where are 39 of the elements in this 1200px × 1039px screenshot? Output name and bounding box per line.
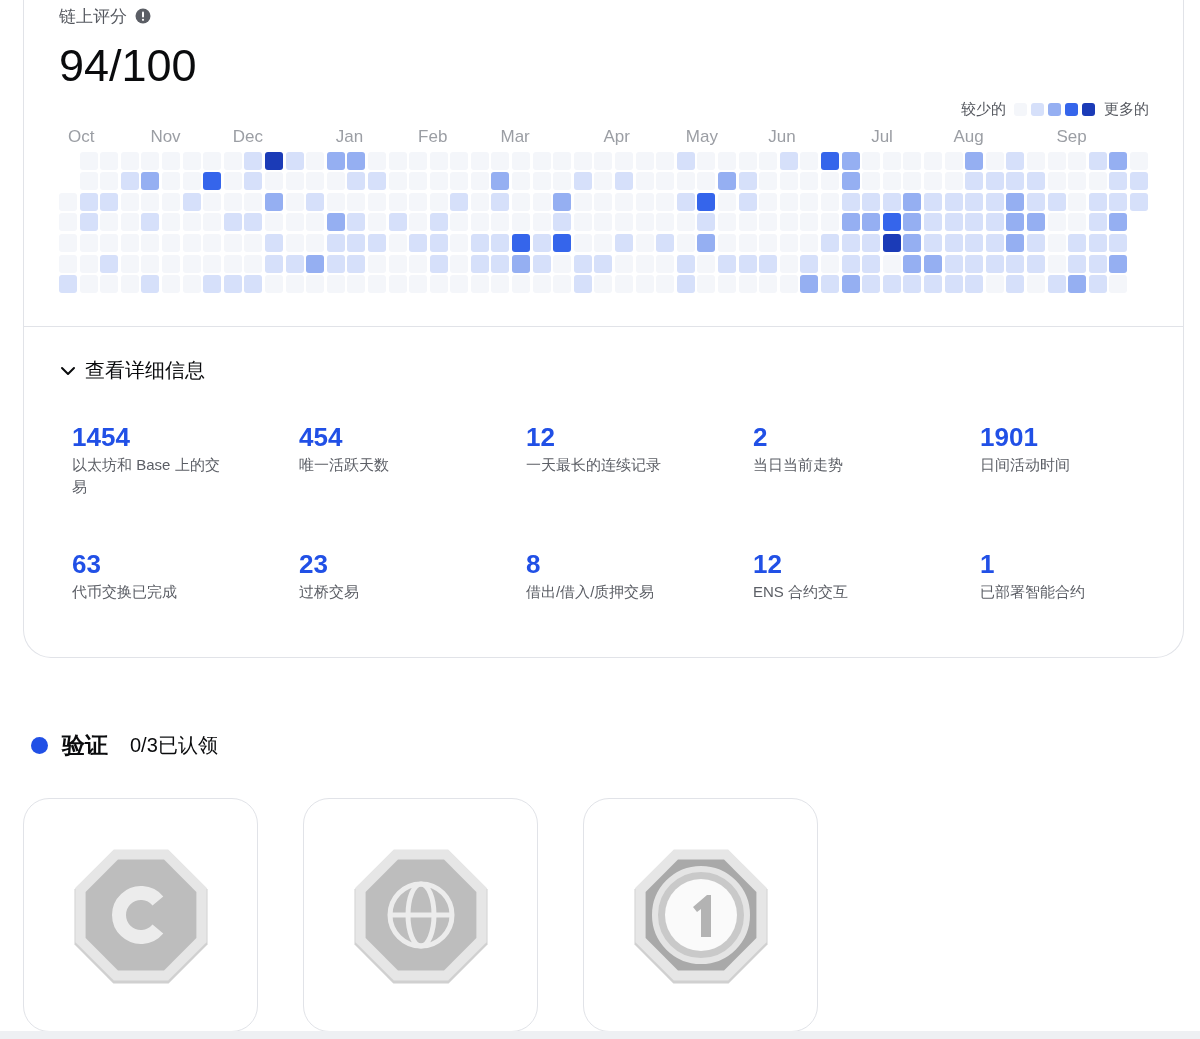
stat-value: 2: [753, 422, 768, 453]
stat-value: 23: [299, 549, 328, 580]
month-label: Aug: [953, 127, 984, 147]
stat-label: ENS 合约交互: [753, 582, 849, 603]
stat-value: 1: [980, 549, 995, 580]
month-label: Oct: [68, 127, 95, 147]
month-label: Jun: [768, 127, 796, 147]
month-label: Dec: [232, 127, 263, 147]
stat-value: 63: [72, 549, 101, 580]
legend-label: 较少的: [961, 100, 1006, 119]
stat-value: 12: [753, 549, 782, 580]
month-label: Apr: [603, 127, 630, 147]
month-label: Jan: [335, 127, 364, 147]
legend-label: 更多的: [1104, 100, 1149, 119]
month-label: Nov: [150, 127, 181, 147]
stat-label: 一天最长的连续记录: [526, 455, 662, 476]
stat-label: 代币交换已完成: [72, 582, 178, 603]
month-label: Mar: [500, 127, 530, 147]
stat-label: 过桥交易: [299, 582, 360, 603]
claimed-count: 0/3已认领: [130, 732, 218, 758]
stat-label: 以太坊和 Base 上的交易: [72, 455, 221, 498]
stat-value: 1901: [980, 422, 1038, 453]
month-label: May: [685, 127, 718, 147]
month-label: Feb: [418, 127, 448, 147]
stat-label: 借出/借入/质押交易: [526, 582, 656, 603]
month-label: Sep: [1056, 127, 1087, 147]
month-label: Jul: [871, 127, 893, 147]
stat-value: 12: [526, 422, 555, 453]
stat-label: 已部署智能合约: [980, 582, 1086, 603]
details-toggle[interactable]: 查看详细信息: [59, 357, 205, 385]
stat-label: 日间活动时间: [980, 455, 1071, 476]
stat-label: 当日当前走势: [753, 455, 844, 476]
section-title: 验证: [62, 730, 108, 760]
stat-value: 8: [526, 549, 541, 580]
stat-value: 454: [299, 422, 343, 453]
stat-value: 1454: [72, 422, 130, 453]
score-title: 链上评分: [59, 5, 127, 28]
score-value: 94/100: [59, 40, 197, 92]
stat-label: 唯一活跃天数: [299, 455, 390, 476]
